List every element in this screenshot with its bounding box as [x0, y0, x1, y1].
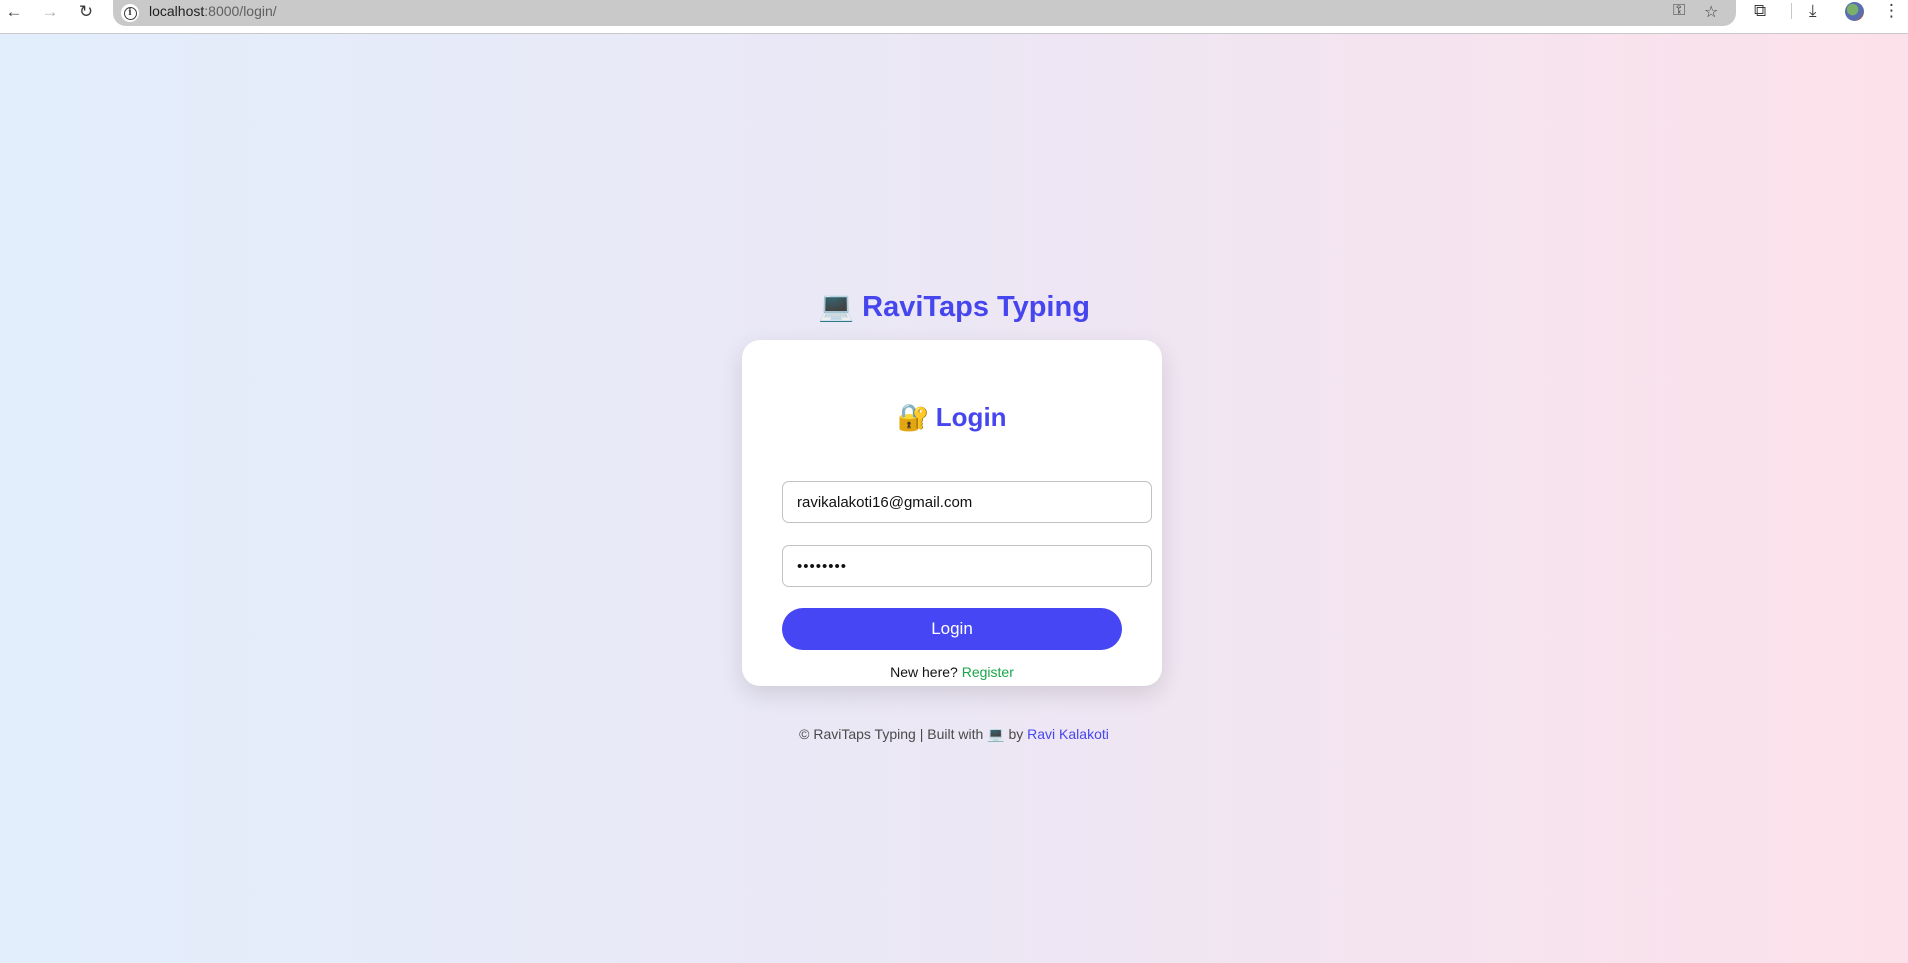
laptop-icon: 💻 — [818, 291, 855, 323]
login-card: 🔐Login Login New here? Register — [742, 340, 1162, 686]
lock-key-icon: 🔐 — [897, 402, 930, 432]
url-host: localhost — [149, 3, 205, 19]
download-icon[interactable]: ⤓ — [1809, 1, 1817, 21]
author-link[interactable]: Ravi Kalakoti — [1027, 726, 1109, 742]
footer-text: © RaviTaps Typing | Built with — [799, 726, 984, 742]
profile-avatar[interactable] — [1845, 2, 1864, 21]
site-title-text: RaviTaps Typing — [862, 291, 1090, 323]
page-background: 💻RaviTaps Typing 🔐Login Login New here? … — [0, 34, 1908, 963]
address-url[interactable]: localhost:8000/login/ — [149, 3, 277, 19]
register-prompt: New here? Register — [742, 664, 1162, 680]
menu-icon[interactable]: ⋮ — [1883, 1, 1900, 21]
footer-by: by — [1008, 726, 1024, 742]
address-bar[interactable]: i localhost:8000/login/ ⚿ ☆ — [113, 0, 1736, 26]
register-prompt-text: New here? — [890, 664, 958, 680]
toolbar-divider — [1791, 3, 1792, 19]
url-path: :8000/login/ — [204, 3, 277, 19]
site-title: 💻 RaviTaps Typing — [0, 290, 1908, 324]
laptop-icon: 💻 — [987, 726, 1005, 742]
site-info-icon[interactable]: i — [121, 4, 139, 22]
extensions-icon[interactable]: ⧉ — [1754, 1, 1766, 21]
login-button[interactable]: Login — [782, 608, 1122, 650]
login-heading: 🔐 Login — [742, 402, 1162, 433]
password-key-icon[interactable]: ⚿ — [1673, 2, 1685, 20]
bookmark-star-icon[interactable]: ☆ — [1704, 2, 1718, 22]
page-footer: © RaviTaps Typing | Built with 💻 by Ravi… — [0, 726, 1908, 743]
browser-toolbar: ← → ↻ i localhost:8000/login/ ⚿ ☆ ⧉ ⤓ ⋮ — [0, 0, 1908, 34]
back-icon[interactable]: ← — [0, 0, 28, 24]
email-field[interactable] — [782, 481, 1152, 523]
password-field[interactable] — [782, 545, 1152, 587]
register-link[interactable]: Register — [962, 664, 1014, 680]
reload-icon[interactable]: ↻ — [72, 0, 100, 24]
forward-icon[interactable]: → — [36, 0, 64, 24]
login-heading-text: Login — [935, 402, 1007, 432]
